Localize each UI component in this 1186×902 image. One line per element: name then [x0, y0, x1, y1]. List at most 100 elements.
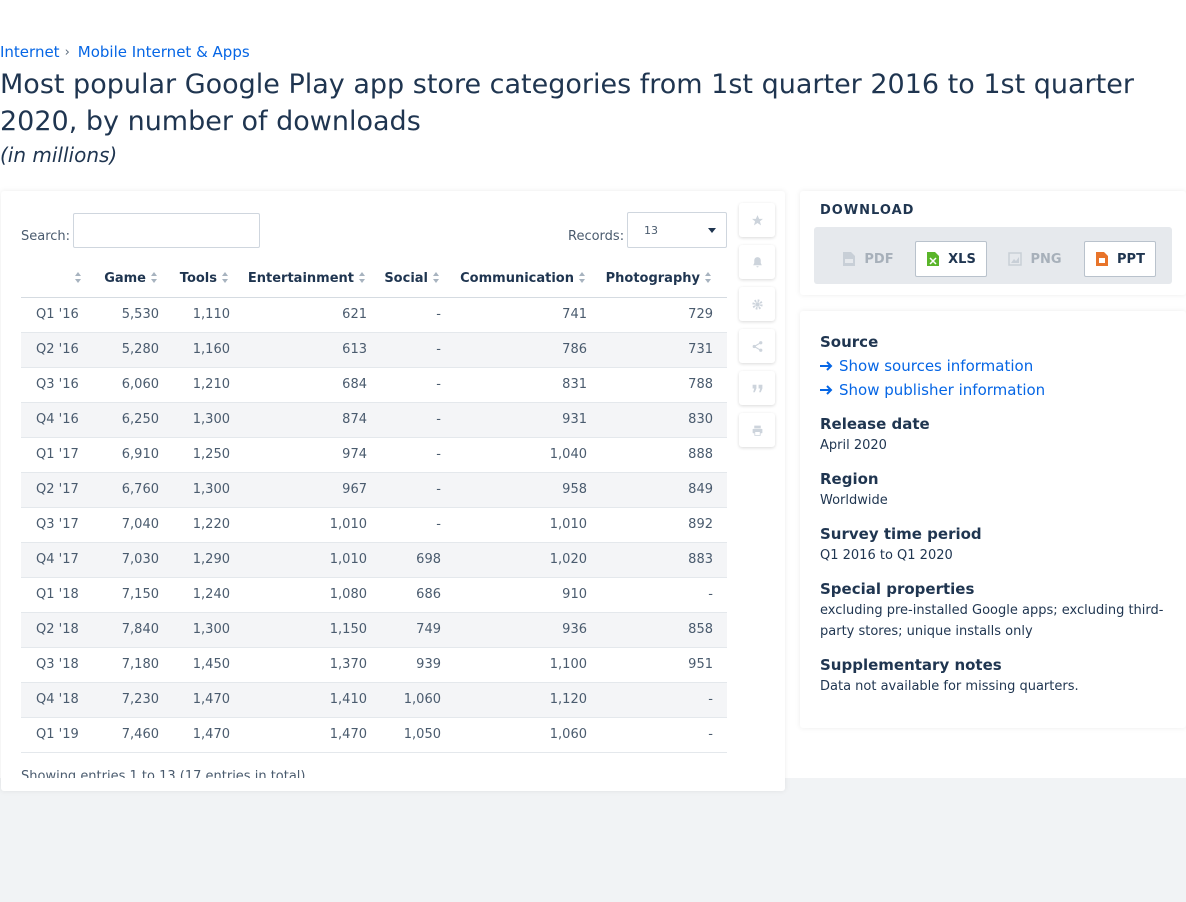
print-icon — [752, 425, 762, 436]
table-row: Q3 '17 7,040 1,220 1,010-1,010 892 — [21, 507, 727, 543]
breadcrumb-item-internet[interactable]: Internet — [0, 43, 60, 61]
sort-icon — [222, 271, 230, 285]
records-select-value: 13 — [644, 224, 658, 237]
table-cell-value: 1,010 — [244, 507, 381, 543]
table-cell-value: 7,840 — [97, 612, 173, 648]
table-cell-value: 788 — [601, 367, 727, 403]
png-file-icon — [1008, 252, 1023, 266]
source-heading: Source — [820, 333, 879, 351]
table-cell-value: 7,460 — [97, 717, 173, 753]
table-cell-value: 6,250 — [97, 402, 173, 438]
column-header-social[interactable]: Social — [381, 261, 455, 298]
table-cell-value: 1,300 — [173, 472, 244, 508]
show-sources-link[interactable]: Show sources information — [820, 357, 1033, 375]
table-cell-quarter: Q4 '18 — [21, 682, 97, 718]
special-properties-value: excluding pre-installed Google apps; exc… — [820, 603, 1164, 639]
records-label: Records: — [568, 229, 625, 244]
table-cell-value: 1,010 — [455, 507, 601, 543]
table-cell-quarter: Q3 '18 — [21, 647, 97, 683]
table-cell-value: 1,160 — [173, 332, 244, 368]
table-row: Q2 '16 5,280 1,160 613-786 731 — [21, 332, 727, 368]
records-select[interactable]: 13 — [627, 212, 727, 248]
table-cell-value: 1,410 — [244, 682, 381, 718]
column-header-tools[interactable]: Tools — [173, 261, 244, 298]
table-row: Q1 '17 6,910 1,250 974-1,040 888 — [21, 437, 727, 473]
table-cell-value: 849 — [601, 472, 727, 508]
table-cell-value: - — [381, 297, 455, 333]
table-cell-value: 7,180 — [97, 647, 173, 683]
table-cell-value: 1,450 — [173, 647, 244, 683]
download-pdf-button[interactable]: PDF — [832, 241, 904, 277]
settings-button[interactable] — [739, 287, 775, 321]
special-properties-heading: Special properties — [820, 580, 975, 598]
table-cell-value: 1,040 — [455, 437, 601, 473]
column-header-game[interactable]: Game — [97, 261, 173, 298]
column-header-quarter[interactable] — [21, 261, 97, 298]
table-cell-value: 7,230 — [97, 682, 173, 718]
table-cell-value: 1,220 — [173, 507, 244, 543]
favorite-button[interactable] — [739, 203, 775, 237]
table-cell-quarter: Q4 '16 — [21, 402, 97, 438]
share-button[interactable] — [739, 329, 775, 363]
pdf-file-icon — [843, 252, 856, 266]
release-date-value: April 2020 — [820, 438, 887, 453]
table-cell-quarter: Q1 '18 — [21, 577, 97, 613]
table-cell-value: - — [381, 472, 455, 508]
table-cell-value: 888 — [601, 437, 727, 473]
download-xls-button[interactable]: XLS — [915, 241, 987, 277]
xls-file-icon — [927, 252, 940, 266]
column-header-communication[interactable]: Communication — [455, 261, 601, 298]
table-cell-value: 684 — [244, 367, 381, 403]
table-cell-value: 1,010 — [244, 542, 381, 578]
supplementary-notes-value: Data not available for missing quarters. — [820, 679, 1079, 694]
table-cell-value: - — [381, 332, 455, 368]
ppt-file-icon — [1096, 252, 1109, 266]
table-cell-value: 892 — [601, 507, 727, 543]
table-cell-value: 1,120 — [455, 682, 601, 718]
table-cell-value: 974 — [244, 437, 381, 473]
notification-button[interactable] — [739, 245, 775, 279]
column-header-photography[interactable]: Photography — [601, 261, 727, 298]
table-cell-value: 1,250 — [173, 437, 244, 473]
table-cell-value: 858 — [601, 612, 727, 648]
table-cell-value: 936 — [455, 612, 601, 648]
table-cell-quarter: Q1 '16 — [21, 297, 97, 333]
table-cell-value: 698 — [381, 542, 455, 578]
table-cell-value: 1,110 — [173, 297, 244, 333]
cite-button[interactable] — [739, 371, 775, 405]
print-button[interactable] — [739, 413, 775, 447]
table-cell-value: 1,370 — [244, 647, 381, 683]
table-row: Q4 '17 7,030 1,290 1,010 698 1,020 883 — [21, 542, 727, 578]
breadcrumb-item-mobile-internet-apps[interactable]: Mobile Internet & Apps — [78, 43, 250, 61]
table-row: Q3 '16 6,060 1,210 684-831 788 — [21, 367, 727, 403]
search-label: Search: — [21, 229, 71, 244]
table-cell-value: 621 — [244, 297, 381, 333]
show-publisher-link[interactable]: Show publisher information — [820, 381, 1045, 399]
search-input[interactable] — [73, 213, 260, 248]
table-row: Q1 '18 7,150 1,240 1,080 686 910- — [21, 577, 727, 613]
table-cell-value: - — [381, 507, 455, 543]
data-table: Game Tools Entertainment Social Communic… — [21, 261, 727, 753]
table-cell-value: 1,290 — [173, 542, 244, 578]
table-cell-value: 731 — [601, 332, 727, 368]
share-icon — [752, 340, 762, 352]
table-cell-value: 874 — [244, 402, 381, 438]
table-cell-value: 1,240 — [173, 577, 244, 613]
download-png-button[interactable]: PNG — [999, 241, 1071, 277]
survey-period-value: Q1 2016 to Q1 2020 — [820, 548, 953, 563]
survey-period-heading: Survey time period — [820, 525, 982, 543]
download-ppt-button[interactable]: PPT — [1084, 241, 1156, 277]
table-cell-value: 951 — [601, 647, 727, 683]
table-cell-value: 910 — [455, 577, 601, 613]
column-header-entertainment[interactable]: Entertainment — [244, 261, 381, 298]
table-cell-value: 1,300 — [173, 612, 244, 648]
table-cell-quarter: Q2 '18 — [21, 612, 97, 648]
table-cell-value: 6,760 — [97, 472, 173, 508]
table-row: Q3 '18 7,180 1,450 1,370 939 1,100 951 — [21, 647, 727, 683]
table-cell-value: - — [381, 402, 455, 438]
chevron-down-icon — [708, 228, 716, 233]
sort-icon — [75, 271, 83, 285]
table-body: Q1 '16 5,530 1,110 621-741 729 Q2 '16 5,280 1,1… — [21, 297, 727, 753]
table-cell-value: 6,060 — [97, 367, 173, 403]
quote-icon — [752, 384, 762, 392]
